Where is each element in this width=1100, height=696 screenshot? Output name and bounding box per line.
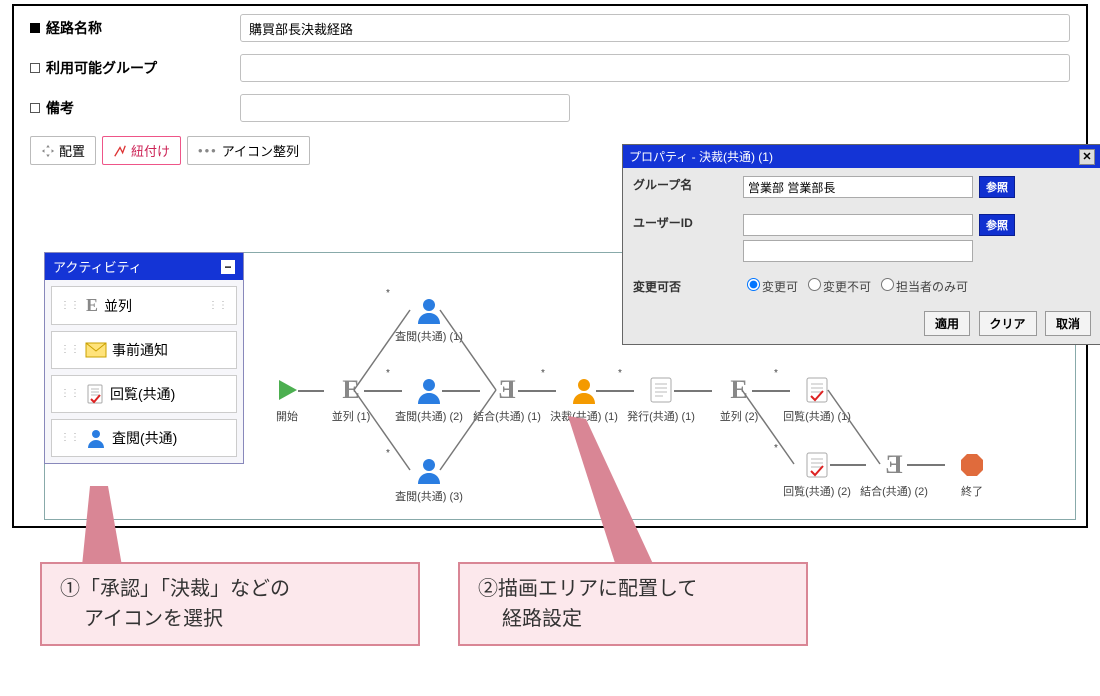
prop-change-label: 変更可否 xyxy=(633,278,743,295)
edge xyxy=(440,306,500,396)
edge xyxy=(298,390,324,392)
palette-item-inspect[interactable]: ⋮⋮ 査閲(共通) xyxy=(51,419,237,457)
radio-not-changeable[interactable]: 変更不可 xyxy=(804,278,871,295)
properties-title: プロパティ - 決裁(共通) (1) xyxy=(629,148,773,165)
properties-panel: プロパティ - 決裁(共通) (1) ✕ グループ名 参照 ユーザーID 参照 … xyxy=(622,144,1100,345)
drag-handle-icon: ⋮⋮ xyxy=(60,302,80,310)
doc-check-icon xyxy=(86,384,104,404)
mail-icon xyxy=(86,343,106,357)
group-label: 利用可能グループ xyxy=(30,58,240,78)
doc-icon xyxy=(647,376,675,404)
link-button[interactable]: 紐付け xyxy=(102,136,181,165)
prop-group-label: グループ名 xyxy=(633,176,743,193)
arrange-button[interactable]: 配置 xyxy=(30,136,96,165)
required-star-icon: * xyxy=(386,288,390,299)
field-group-row: 利用可能グループ xyxy=(14,46,1086,86)
drag-handle-icon: ⋮⋮ xyxy=(60,390,80,398)
change-radio-group: 変更可 変更不可 担当者のみ可 xyxy=(743,278,968,295)
node-label: 回覧(共通) (2) xyxy=(782,483,852,499)
prop-group-row: グループ名 参照 xyxy=(623,168,1100,206)
palette-collapse-button[interactable]: − xyxy=(221,260,235,274)
palette-title: アクティビティ xyxy=(53,257,142,276)
edge xyxy=(596,390,634,392)
cancel-button[interactable]: 取消 xyxy=(1045,311,1091,336)
prop-change-row: 変更可否 変更可 変更不可 担当者のみ可 xyxy=(623,270,1100,303)
link-icon xyxy=(113,144,127,158)
radio-owner-only[interactable]: 担当者のみ可 xyxy=(877,278,968,295)
radio-changeable[interactable]: 変更可 xyxy=(743,278,798,295)
prop-user-input-1[interactable] xyxy=(743,214,973,236)
required-star-icon: * xyxy=(541,368,545,379)
node-label: 終了 xyxy=(937,483,1007,499)
callout-1-connector xyxy=(82,486,122,570)
person-orange-icon xyxy=(570,376,598,404)
node-label: 開始 xyxy=(252,408,322,424)
prop-user-row: ユーザーID 参照 xyxy=(623,206,1100,270)
edge xyxy=(742,390,798,468)
route-name-label: 経路名称 xyxy=(30,18,240,38)
person-blue-icon xyxy=(415,376,443,404)
callout-2-line2: 経路設定 xyxy=(478,608,582,630)
dots-icon: ••• xyxy=(198,143,218,158)
edge xyxy=(674,390,712,392)
prop-group-input[interactable] xyxy=(743,176,973,198)
route-name-input[interactable] xyxy=(240,14,1070,42)
activity-palette: アクティビティ − ⋮⋮ E 並列 ⋮⋮ ⋮⋮ 事前通知 ⋮⋮ 回覧(共通) ⋮… xyxy=(44,252,244,464)
drag-handle-icon: ⋮⋮ xyxy=(60,346,80,354)
node-start[interactable]: 開始 xyxy=(252,376,322,424)
edge xyxy=(354,306,414,396)
prop-user-label: ユーザーID xyxy=(633,214,743,231)
field-note-row: 備考 xyxy=(14,86,1086,126)
edge xyxy=(354,390,414,476)
browse-button[interactable]: 参照 xyxy=(979,214,1015,236)
close-button[interactable]: ✕ xyxy=(1079,149,1095,165)
person-blue-icon xyxy=(415,296,443,324)
properties-buttons: 適用 クリア 取消 xyxy=(623,303,1100,344)
required-star-icon: * xyxy=(774,368,778,379)
app-window: 経路名称 利用可能グループ 備考 配置 紐付け ••• アイコン整列 アクティビ… xyxy=(12,4,1088,528)
drag-handle-icon: ⋮⋮ xyxy=(208,302,228,310)
callout-1-line2: アイコンを選択 xyxy=(60,608,223,630)
merge-icon: E xyxy=(880,451,908,479)
edge xyxy=(440,390,500,476)
callout-1: ①「承認」「決裁」などの アイコンを選択 xyxy=(40,562,420,646)
play-icon xyxy=(273,376,301,404)
group-input[interactable] xyxy=(240,54,1070,82)
clear-button[interactable]: クリア xyxy=(979,311,1037,336)
edge xyxy=(828,390,884,468)
doc-check-icon xyxy=(803,376,831,404)
drag-handle-icon: ⋮⋮ xyxy=(60,434,80,442)
edge xyxy=(518,390,556,392)
required-star-icon: * xyxy=(618,368,622,379)
node-end[interactable]: 終了 xyxy=(937,451,1007,499)
callout-2-line1: ②描画エリアに配置して xyxy=(478,578,697,600)
edge xyxy=(830,464,866,466)
note-label: 備考 xyxy=(30,98,240,118)
edge xyxy=(907,464,945,466)
parallel-icon: E xyxy=(86,295,98,316)
apply-button[interactable]: 適用 xyxy=(924,311,970,336)
person-blue-icon xyxy=(415,456,443,484)
node-label: 結合(共通) (2) xyxy=(859,483,929,499)
callout-2: ②描画エリアに配置して 経路設定 xyxy=(458,562,808,646)
field-route-name-row: 経路名称 xyxy=(14,6,1086,46)
align-button[interactable]: ••• アイコン整列 xyxy=(187,136,310,165)
person-blue-icon xyxy=(86,428,106,448)
palette-item-parallel[interactable]: ⋮⋮ E 並列 ⋮⋮ xyxy=(51,286,237,325)
palette-title-bar: アクティビティ − xyxy=(45,253,243,280)
properties-header: プロパティ - 決裁(共通) (1) ✕ xyxy=(623,145,1100,168)
palette-item-circulate[interactable]: ⋮⋮ 回覧(共通) xyxy=(51,375,237,413)
callout-2-connector xyxy=(560,416,660,566)
callout-1-line1: ①「承認」「決裁」などの xyxy=(60,578,290,600)
prop-user-input-2[interactable] xyxy=(743,240,973,262)
browse-button[interactable]: 参照 xyxy=(979,176,1015,198)
doc-check-icon xyxy=(803,451,831,479)
note-input[interactable] xyxy=(240,94,570,122)
stop-icon xyxy=(958,451,986,479)
palette-item-notify[interactable]: ⋮⋮ 事前通知 xyxy=(51,331,237,369)
node-label: 査閲(共通) (3) xyxy=(394,488,464,504)
arrange-icon xyxy=(41,144,55,158)
